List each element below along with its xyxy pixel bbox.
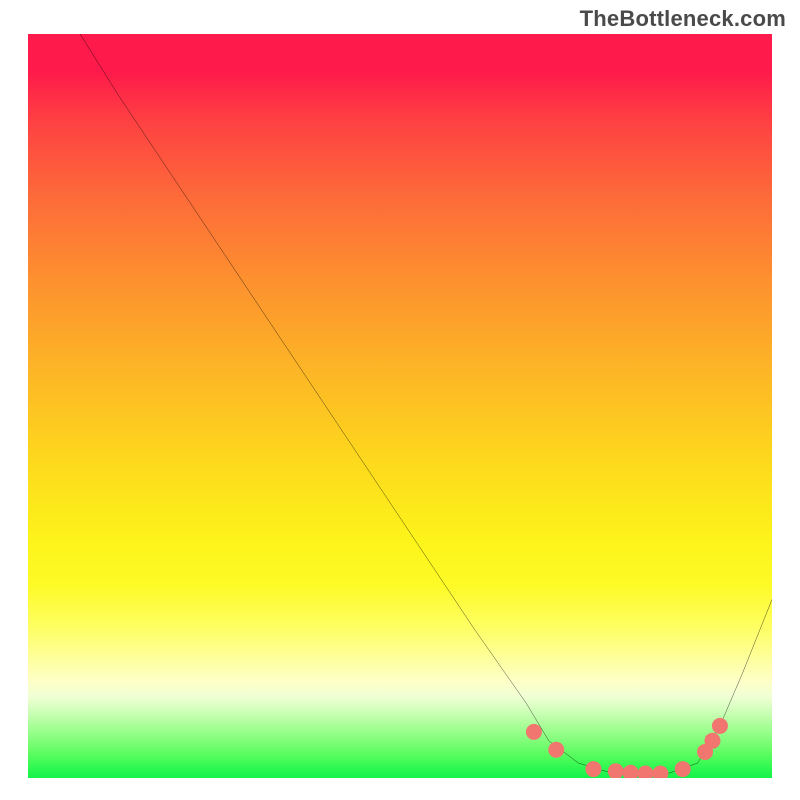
watermark-text: TheBottleneck.com bbox=[580, 6, 786, 32]
marker-dot bbox=[652, 766, 668, 778]
marker-group bbox=[526, 718, 728, 778]
plot-area bbox=[28, 34, 772, 778]
marker-dot bbox=[608, 763, 624, 778]
marker-dot bbox=[712, 718, 728, 734]
marker-dot bbox=[704, 733, 720, 749]
marker-dot bbox=[675, 761, 691, 777]
curve-line bbox=[80, 34, 772, 774]
chart-stage: TheBottleneck.com bbox=[0, 0, 800, 800]
marker-dot bbox=[526, 724, 542, 740]
marker-dot bbox=[638, 766, 654, 778]
chart-overlay-svg bbox=[28, 34, 772, 778]
marker-dot bbox=[548, 742, 564, 758]
marker-dot bbox=[623, 765, 639, 778]
marker-dot bbox=[585, 761, 601, 777]
